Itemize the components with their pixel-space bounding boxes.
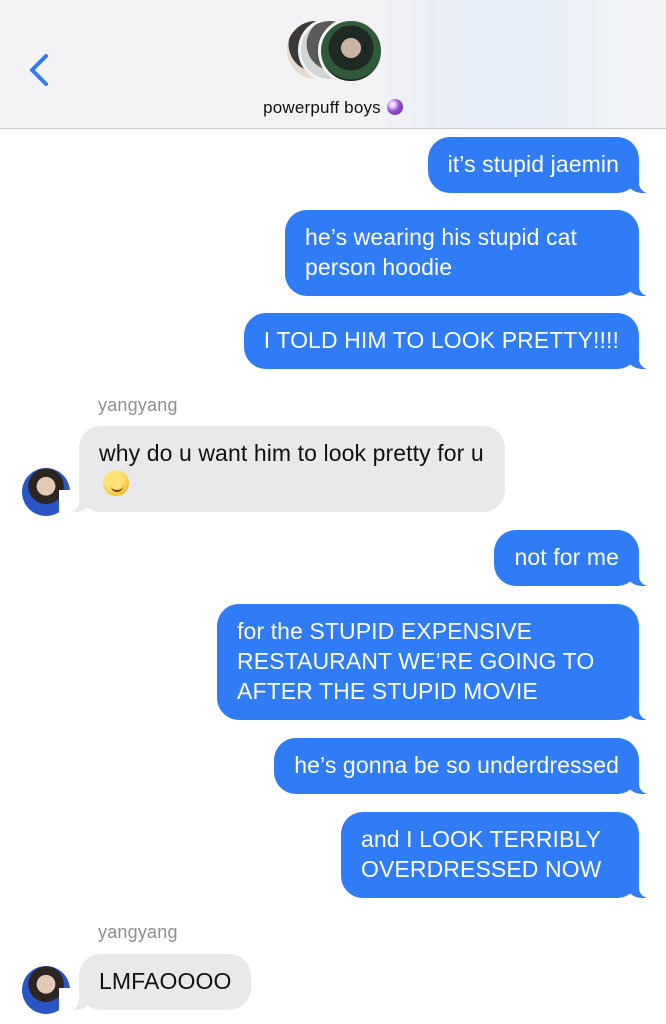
message-text: for the STUPID EXPENSIVE RESTAURANT WE’R… xyxy=(237,618,595,704)
chevron-left-icon xyxy=(30,54,48,86)
message-bubble-outgoing[interactable]: he’s gonna be so underdressed xyxy=(274,738,659,794)
group-title[interactable]: powerpuff boys xyxy=(0,98,666,118)
conversation-header: powerpuff boys xyxy=(0,0,666,129)
smirk-emoji-icon xyxy=(103,470,129,496)
group-avatar xyxy=(318,18,384,84)
message-bubble-outgoing[interactable]: it’s stupid jaemin xyxy=(427,137,660,193)
message-bubble-outgoing[interactable]: and I LOOK TERRIBLY OVERDRESSED NOW xyxy=(341,812,659,898)
sender-name: yangyang xyxy=(98,395,178,415)
message-text: not for me xyxy=(514,544,619,570)
message-bubble-outgoing[interactable]: I TOLD HIM TO LOOK PRETTY!!!! xyxy=(243,313,660,369)
message-bubble-outgoing[interactable]: he’s wearing his stupid cat person hoodi… xyxy=(285,210,659,296)
message-text: LMFAOOOO xyxy=(99,968,232,994)
message-text: I TOLD HIM TO LOOK PRETTY!!!! xyxy=(263,327,619,353)
message-text: why do u want him to look pretty for u xyxy=(99,440,484,466)
group-name-label: powerpuff boys xyxy=(263,98,381,117)
message-bubble-incoming[interactable]: LMFAOOOO xyxy=(58,954,252,1010)
message-text: he’s wearing his stupid cat person hoodi… xyxy=(305,224,578,280)
message-text: and I LOOK TERRIBLY OVERDRESSED NOW xyxy=(361,826,602,882)
message-bubble-outgoing[interactable]: for the STUPID EXPENSIVE RESTAURANT WE’R… xyxy=(217,604,659,720)
crystal-ball-icon xyxy=(386,99,403,115)
sender-name: yangyang xyxy=(98,922,178,942)
message-bubble-outgoing[interactable]: not for me xyxy=(494,530,659,586)
back-button[interactable] xyxy=(26,52,56,88)
message-text: he’s gonna be so underdressed xyxy=(294,752,619,778)
group-avatars[interactable] xyxy=(284,18,384,88)
message-text: it’s stupid jaemin xyxy=(447,151,619,177)
message-bubble-incoming[interactable]: why do u want him to look pretty for u xyxy=(59,426,505,512)
